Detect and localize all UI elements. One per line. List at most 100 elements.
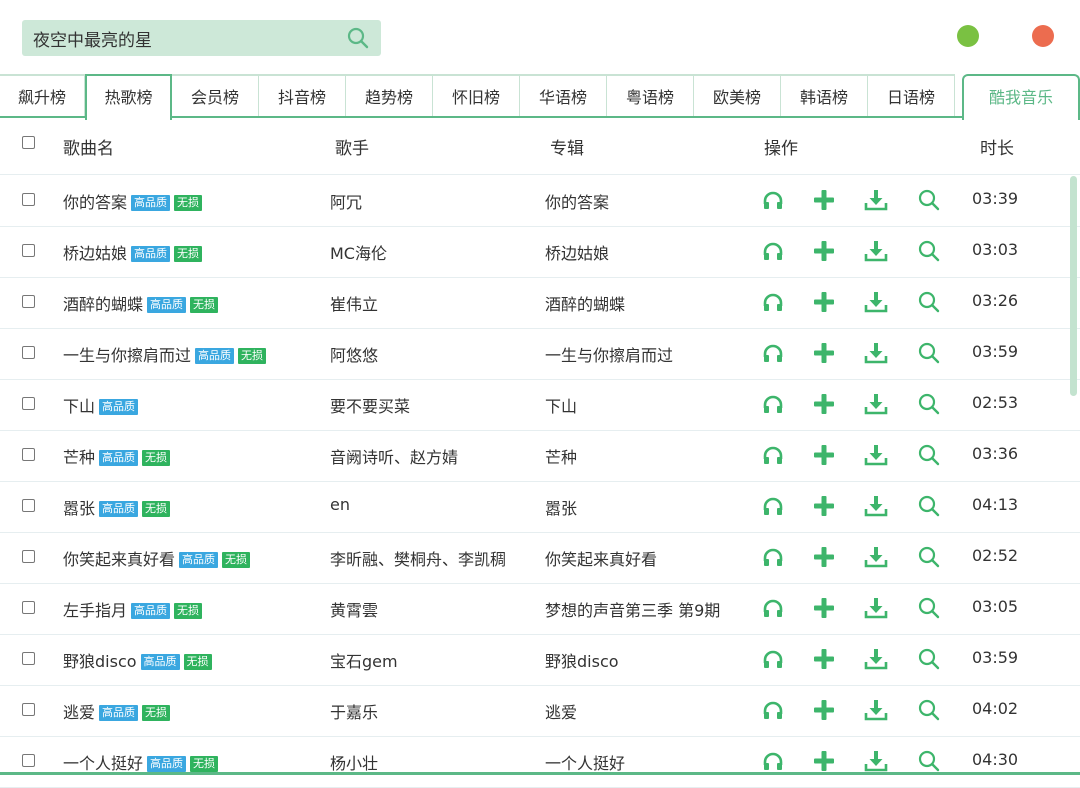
add-icon[interactable]	[812, 392, 836, 416]
search-icon[interactable]	[917, 341, 941, 365]
row-checkbox[interactable]	[22, 652, 35, 665]
tab-0[interactable]: 飙升榜	[0, 74, 85, 118]
download-icon[interactable]	[864, 239, 888, 263]
row-checkbox[interactable]	[22, 703, 35, 716]
search-icon[interactable]	[917, 188, 941, 212]
tab-5[interactable]: 怀旧榜	[433, 74, 520, 118]
tab-4[interactable]: 趋势榜	[346, 74, 433, 118]
table-row[interactable]: 野狼disco 高品质 无损 宝石gem 野狼disco 03:59	[0, 634, 1080, 686]
tab-kuwo-music[interactable]: 酷我音乐	[962, 74, 1080, 120]
song-name[interactable]: 逃爱	[63, 703, 95, 722]
search-icon[interactable]	[917, 698, 941, 722]
tab-6[interactable]: 华语榜	[520, 74, 607, 118]
row-checkbox[interactable]	[22, 244, 35, 257]
headphones-icon[interactable]	[761, 749, 785, 773]
table-row[interactable]: 你笑起来真好看 高品质 无损 李昕融、樊桐舟、李凯稠 你笑起来真好看 02:52	[0, 532, 1080, 584]
add-icon[interactable]	[812, 749, 836, 773]
artist-cell[interactable]: 崔伟立	[330, 291, 378, 315]
download-icon[interactable]	[864, 749, 888, 773]
song-name[interactable]: 左手指月	[63, 601, 127, 620]
download-icon[interactable]	[864, 545, 888, 569]
song-name[interactable]: 嚣张	[63, 499, 95, 518]
add-icon[interactable]	[812, 494, 836, 518]
search-icon[interactable]	[917, 545, 941, 569]
table-row[interactable]: 左手指月 高品质 无损 黄霄雲 梦想的声音第三季 第9期 03:05	[0, 583, 1080, 635]
minimize-button[interactable]	[957, 25, 979, 47]
album-cell[interactable]: 桥边姑娘	[545, 240, 609, 264]
tab-8[interactable]: 欧美榜	[694, 74, 781, 118]
song-name[interactable]: 酒醉的蝴蝶	[63, 295, 143, 314]
row-checkbox[interactable]	[22, 550, 35, 563]
album-cell[interactable]: 野狼disco	[545, 648, 619, 672]
download-icon[interactable]	[864, 341, 888, 365]
table-row[interactable]: 下山 高品质 要不要买菜 下山 02:53	[0, 379, 1080, 431]
search-icon[interactable]	[917, 596, 941, 620]
download-icon[interactable]	[864, 647, 888, 671]
add-icon[interactable]	[812, 443, 836, 467]
add-icon[interactable]	[812, 647, 836, 671]
download-icon[interactable]	[864, 392, 888, 416]
row-checkbox[interactable]	[22, 601, 35, 614]
headphones-icon[interactable]	[761, 494, 785, 518]
tab-3[interactable]: 抖音榜	[259, 74, 346, 118]
artist-cell[interactable]: 黄霄雲	[330, 597, 378, 621]
artist-cell[interactable]: 于嘉乐	[330, 699, 378, 723]
table-row[interactable]: 一生与你擦肩而过 高品质 无损 阿悠悠 一生与你擦肩而过 03:59	[0, 328, 1080, 380]
song-name[interactable]: 野狼disco	[63, 652, 137, 671]
headphones-icon[interactable]	[761, 290, 785, 314]
headphones-icon[interactable]	[761, 443, 785, 467]
search-icon[interactable]	[917, 494, 941, 518]
album-cell[interactable]: 一生与你擦肩而过	[545, 342, 673, 366]
add-icon[interactable]	[812, 239, 836, 263]
song-name[interactable]: 你笑起来真好看	[63, 550, 175, 569]
artist-cell[interactable]: 要不要买菜	[330, 393, 410, 417]
table-row[interactable]: 芒种 高品质 无损 音阙诗听、赵方婧 芒种 03:36	[0, 430, 1080, 482]
album-cell[interactable]: 梦想的声音第三季 第9期	[545, 597, 720, 621]
artist-cell[interactable]: en	[330, 495, 350, 514]
download-icon[interactable]	[864, 494, 888, 518]
row-checkbox[interactable]	[22, 193, 35, 206]
album-cell[interactable]: 下山	[545, 393, 577, 417]
search-icon[interactable]	[917, 290, 941, 314]
search-input[interactable]	[31, 27, 335, 49]
search-icon[interactable]	[917, 749, 941, 773]
album-cell[interactable]: 嚣张	[545, 495, 577, 519]
add-icon[interactable]	[812, 596, 836, 620]
download-icon[interactable]	[864, 290, 888, 314]
tab-1[interactable]: 热歌榜	[85, 74, 172, 120]
download-icon[interactable]	[864, 596, 888, 620]
artist-cell[interactable]: 阿悠悠	[330, 342, 378, 366]
tab-2[interactable]: 会员榜	[172, 74, 259, 118]
search-icon[interactable]	[917, 392, 941, 416]
song-name[interactable]: 一个人挺好	[63, 754, 143, 773]
select-all-checkbox[interactable]	[22, 136, 35, 149]
search-icon[interactable]	[346, 26, 370, 50]
add-icon[interactable]	[812, 188, 836, 212]
tab-9[interactable]: 韩语榜	[781, 74, 868, 118]
song-name[interactable]: 下山	[63, 397, 95, 416]
row-checkbox[interactable]	[22, 754, 35, 767]
album-cell[interactable]: 逃爱	[545, 699, 577, 723]
row-checkbox[interactable]	[22, 346, 35, 359]
table-row[interactable]: 一个人挺好 高品质 无损 杨小壮 一个人挺好 04:30	[0, 736, 1080, 788]
tab-10[interactable]: 日语榜	[868, 74, 955, 118]
song-name[interactable]: 一生与你擦肩而过	[63, 346, 191, 365]
add-icon[interactable]	[812, 698, 836, 722]
headphones-icon[interactable]	[761, 698, 785, 722]
download-icon[interactable]	[864, 188, 888, 212]
song-name[interactable]: 桥边姑娘	[63, 244, 127, 263]
add-icon[interactable]	[812, 341, 836, 365]
headphones-icon[interactable]	[761, 545, 785, 569]
search-icon[interactable]	[917, 647, 941, 671]
add-icon[interactable]	[812, 290, 836, 314]
album-cell[interactable]: 酒醉的蝴蝶	[545, 291, 625, 315]
row-checkbox[interactable]	[22, 397, 35, 410]
scrollbar[interactable]	[1070, 176, 1077, 396]
artist-cell[interactable]: 杨小壮	[330, 750, 378, 774]
headphones-icon[interactable]	[761, 341, 785, 365]
download-icon[interactable]	[864, 443, 888, 467]
table-row[interactable]: 你的答案 高品质 无损 阿冗 你的答案 03:39	[0, 175, 1080, 227]
row-checkbox[interactable]	[22, 499, 35, 512]
add-icon[interactable]	[812, 545, 836, 569]
artist-cell[interactable]: 阿冗	[330, 189, 362, 213]
